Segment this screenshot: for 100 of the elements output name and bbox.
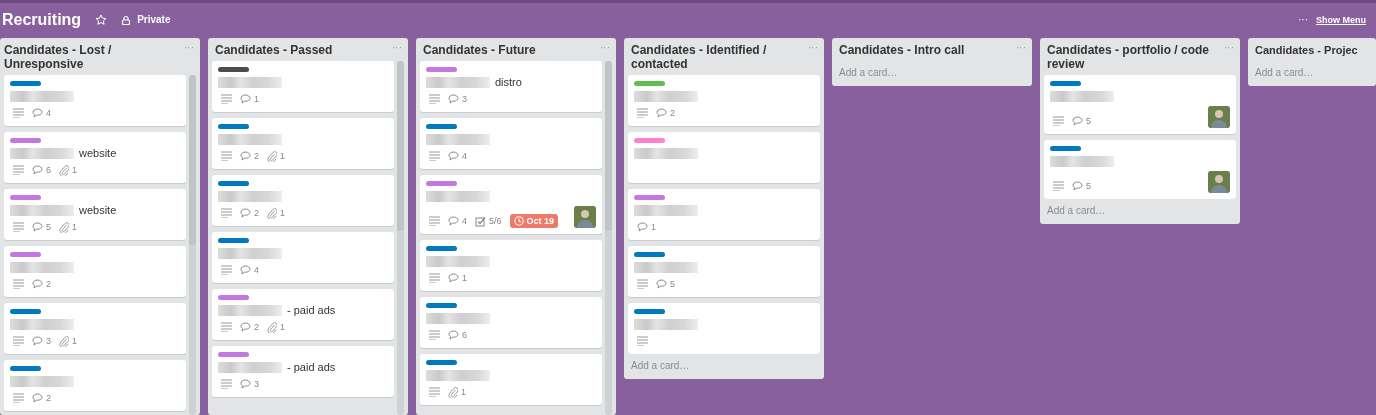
card[interactable]: 1: [420, 354, 602, 405]
card[interactable]: [628, 132, 820, 183]
list-title[interactable]: Candidates - Identified / contacted: [631, 43, 804, 71]
list-title[interactable]: Candidates - Projec: [1255, 43, 1358, 57]
comment-icon: [448, 94, 459, 104]
comment-icon: [240, 265, 251, 275]
comment-icon: [32, 279, 43, 289]
show-menu-link[interactable]: Show Menu: [1316, 14, 1366, 25]
card[interactable]: 2 1: [212, 118, 394, 169]
list-title[interactable]: Candidates - portfolio / code review: [1047, 43, 1220, 71]
card[interactable]: 2: [4, 360, 186, 411]
add-card-link[interactable]: Add a card…: [832, 61, 1032, 86]
checkbox-icon: [475, 215, 486, 227]
add-card-link[interactable]: Add a card…: [1040, 199, 1240, 224]
list-title[interactable]: Candidates - Lost / Unresponsive: [4, 43, 180, 71]
card[interactable]: [628, 303, 820, 354]
comment-count: 5: [1072, 116, 1091, 126]
comment-icon: [240, 322, 251, 332]
paperclip-icon: [267, 207, 277, 219]
comment-icon: [240, 379, 251, 389]
card-title: - paid ads: [287, 361, 336, 373]
more-button[interactable]: ···: [1298, 14, 1308, 25]
card[interactable]: 1: [420, 240, 602, 291]
list-menu-button[interactable]: ···: [600, 43, 610, 57]
add-card-link[interactable]: Add a card…: [624, 354, 824, 379]
attachment-count: 1: [59, 221, 78, 233]
scrollbar[interactable]: [605, 61, 612, 415]
comment-icon: [448, 151, 459, 161]
checklist-count: 5/6: [475, 215, 502, 227]
comment-count: 4: [240, 265, 259, 275]
comment-icon: [656, 108, 667, 118]
comment-icon: [32, 108, 43, 118]
list-title[interactable]: Candidates - Intro call: [839, 43, 965, 57]
attachment-count: 1: [59, 164, 78, 176]
card[interactable]: 5: [628, 246, 820, 297]
card[interactable]: 4 5/6 Oct 19: [420, 175, 602, 234]
card[interactable]: 2: [4, 246, 186, 297]
card[interactable]: 2 1: [212, 175, 394, 226]
list-menu-button[interactable]: ···: [392, 43, 402, 57]
card-title: distro: [495, 76, 522, 88]
card[interactable]: - paid ads 2 1: [212, 289, 394, 340]
comment-icon: [32, 165, 43, 175]
list-menu-button[interactable]: ···: [1016, 43, 1026, 57]
add-card-link[interactable]: Add a card…: [1248, 61, 1376, 86]
card[interactable]: 5: [1044, 140, 1236, 199]
comment-count: 1: [240, 94, 259, 104]
comment-count: 2: [32, 279, 51, 289]
list-menu-button[interactable]: ···: [184, 43, 194, 71]
comment-count: 3: [240, 379, 259, 389]
due-date-badge: Oct 19: [509, 214, 559, 228]
list-title[interactable]: Candidates - Passed: [215, 43, 333, 57]
comment-count: 1: [637, 222, 656, 232]
comment-count: 2: [240, 208, 259, 218]
card[interactable]: website 5 1: [4, 189, 186, 240]
star-icon[interactable]: [95, 13, 108, 26]
card[interactable]: 1: [628, 189, 820, 240]
card[interactable]: 2: [628, 75, 820, 126]
paperclip-icon: [267, 150, 277, 162]
comment-count: 3: [448, 94, 467, 104]
card[interactable]: 4: [420, 118, 602, 169]
clock-icon: [513, 216, 524, 226]
scrollbar[interactable]: [397, 61, 404, 415]
comment-icon: [32, 336, 43, 346]
comment-count: 2: [656, 108, 675, 118]
comment-count: 5: [1072, 181, 1091, 191]
card[interactable]: 3 1: [4, 303, 186, 354]
comment-count: 3: [32, 336, 51, 346]
card[interactable]: distro 3: [420, 61, 602, 112]
comment-icon: [240, 151, 251, 161]
attachment-count: 1: [59, 335, 78, 347]
card[interactable]: website 6 1: [4, 132, 186, 183]
card[interactable]: 6: [420, 297, 602, 348]
comment-icon: [32, 393, 43, 403]
comment-count: 2: [32, 393, 51, 403]
comment-count: 4: [32, 108, 51, 118]
comment-icon: [1072, 181, 1083, 191]
board-title[interactable]: Recruiting: [2, 10, 82, 29]
card-title: - paid ads: [287, 304, 336, 316]
paperclip-icon: [59, 221, 69, 233]
card[interactable]: 4: [4, 75, 186, 126]
scrollbar[interactable]: [189, 75, 196, 415]
card[interactable]: - paid ads 3: [212, 346, 394, 397]
card-title: website: [79, 204, 117, 216]
list-title[interactable]: Candidates - Future: [423, 43, 536, 57]
comment-icon: [240, 208, 251, 218]
comment-count: 4: [448, 151, 467, 161]
visibility-button[interactable]: Private: [121, 14, 171, 25]
list-menu-button[interactable]: ···: [808, 43, 818, 71]
card[interactable]: 5: [1044, 75, 1236, 134]
comment-icon: [1072, 116, 1083, 126]
card[interactable]: 1: [212, 61, 394, 112]
comment-count: 6: [32, 165, 51, 175]
paperclip-icon: [448, 386, 458, 398]
card[interactable]: 4: [212, 232, 394, 283]
comment-count: 4: [448, 216, 467, 226]
list-menu-button[interactable]: ···: [1224, 43, 1234, 71]
comment-icon: [448, 273, 459, 283]
paperclip-icon: [59, 335, 69, 347]
comment-count: 5: [656, 279, 675, 289]
lock-icon: [121, 14, 132, 25]
